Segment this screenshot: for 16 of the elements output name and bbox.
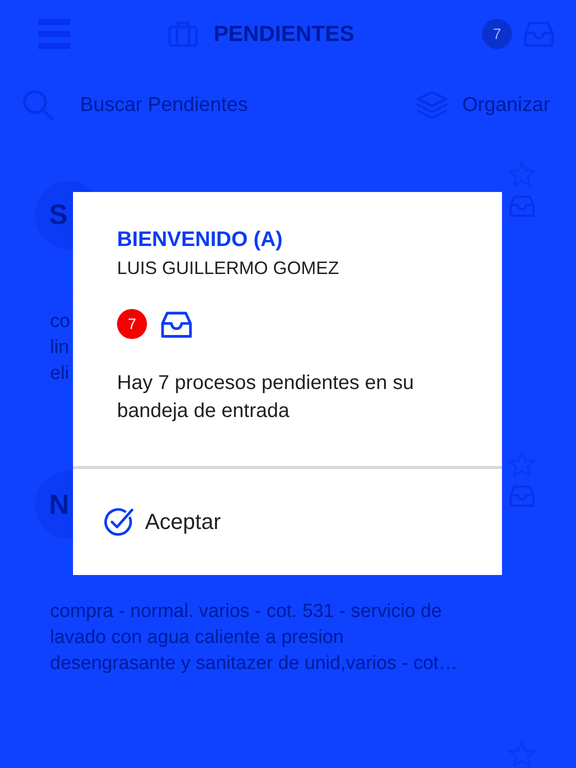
accept-button[interactable]: Aceptar [103, 506, 221, 538]
description-line: eli [50, 362, 70, 386]
user-name: LUIS GUILLERMO GOMEZ [117, 258, 340, 279]
count-badge: 7 [117, 309, 147, 339]
description-line: compra - normal. varios - cot. 531 - servicio de [50, 600, 442, 624]
description-line: lavado con agua caliente a presion [50, 626, 344, 650]
description-line: desengrasante y sanitazer de unid,varios - cot… [50, 652, 458, 676]
inbox-icon [161, 310, 192, 338]
description-line: lin [50, 336, 70, 360]
dialog-title: BIENVENIDO (A) [117, 228, 284, 252]
check-icon [103, 506, 135, 538]
dialog-message: Hay 7 procesos pendientes en su bandeja de entrada [117, 371, 415, 424]
search-field[interactable]: Buscar Pendientes [78, 92, 282, 118]
count-badge: 7 [482, 19, 512, 49]
page-title: PENDIENTES [214, 21, 354, 47]
description-line: co [50, 310, 70, 334]
